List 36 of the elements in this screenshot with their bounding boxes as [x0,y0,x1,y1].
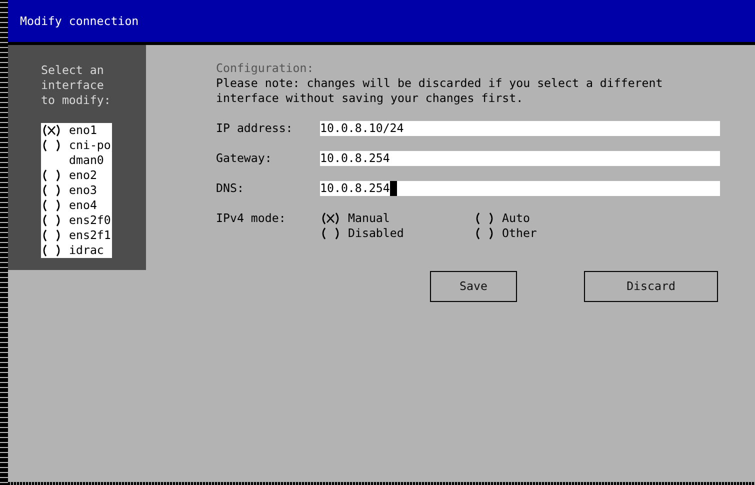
radio-icon[interactable] [41,243,62,258]
interface-label[interactable]: ens2f0 [69,213,111,228]
interface-label[interactable]: eno2 [69,168,111,183]
input-field[interactable]: 10.0.8.10/24 [320,121,720,136]
option-label[interactable]: Other [502,226,537,241]
interface-label[interactable]: eno1 [69,123,111,138]
action-button[interactable]: Discard [584,271,718,302]
sidebar-prompt: Select an interface to modify: [41,63,112,108]
window-title: Modify connection [20,14,139,28]
field-label: Gateway: [216,151,273,166]
option-label[interactable]: Disabled [348,226,404,241]
field-label: DNS: [216,181,245,196]
note-text: Please note: changes will be discarded if you select a different interface without saving your changes first. [216,76,664,106]
radio-icon[interactable] [41,213,62,228]
radio-icon[interactable] [474,211,495,226]
option-label[interactable]: Manual [348,211,390,226]
section-heading: Configuration: [216,61,315,76]
radio-icon[interactable] [41,228,62,243]
interface-label[interactable]: eno4 [69,198,111,213]
field-label: IPv4 mode: [216,211,287,227]
radio-icon[interactable] [41,123,62,138]
radio-icon[interactable] [320,211,341,226]
interface-label[interactable]: eno3 [69,183,111,198]
radio-icon[interactable] [41,183,62,198]
input-field[interactable]: 10.0.8.254 [320,181,720,196]
interface-label[interactable]: idrac [69,243,111,258]
radio-icon[interactable] [41,198,62,213]
field-label: IP address: [216,121,294,136]
radio-icon[interactable] [41,138,62,153]
option-label[interactable]: Auto [502,211,530,226]
radio-icon[interactable] [474,226,495,241]
action-button[interactable]: Save [430,271,517,302]
radio-icon[interactable] [41,168,62,183]
interface-label[interactable]: ens2f1 [69,228,111,243]
input-field[interactable]: 10.0.8.254 [320,151,720,166]
radio-icon[interactable] [320,226,341,241]
